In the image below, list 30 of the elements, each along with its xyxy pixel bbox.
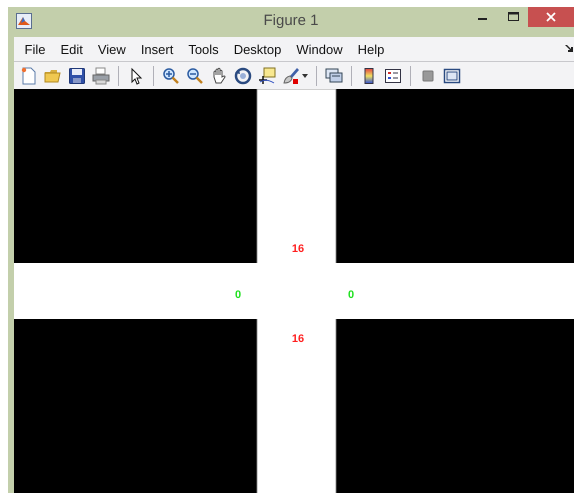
menu-item[interactable]: Window xyxy=(288,38,350,60)
brush-icon[interactable] xyxy=(282,66,300,84)
print-icon[interactable] xyxy=(92,66,110,84)
maximize-icon xyxy=(508,12,518,22)
dock-arrow-icon[interactable] xyxy=(565,45,574,53)
menu-item[interactable]: Desktop xyxy=(226,38,289,60)
linked-windows-icon[interactable] xyxy=(325,66,343,84)
menu-item[interactable]: View xyxy=(90,38,134,60)
dropdown-caret-icon[interactable] xyxy=(302,74,308,78)
legend-icon[interactable] xyxy=(384,66,402,84)
new-file-icon[interactable] xyxy=(20,66,38,84)
zoom-in-icon[interactable] xyxy=(162,66,180,84)
menu-item[interactable]: File xyxy=(17,38,53,60)
save-icon[interactable] xyxy=(68,66,86,84)
menu-item[interactable]: Help xyxy=(350,38,392,60)
rotate-icon[interactable] xyxy=(234,66,252,84)
menu-item[interactable]: Tools xyxy=(180,38,226,60)
data-cursor-icon[interactable] xyxy=(258,66,276,84)
value-label: 0 xyxy=(348,289,354,301)
close-button[interactable] xyxy=(528,7,574,27)
close-icon xyxy=(546,12,556,22)
menu-item[interactable]: Insert xyxy=(133,38,181,60)
menu-item[interactable]: Edit xyxy=(52,38,90,60)
show-panel-icon[interactable] xyxy=(443,66,461,84)
value-label: 0 xyxy=(234,289,242,301)
app-icon[interactable] xyxy=(16,13,32,29)
value-label: 16 xyxy=(292,333,304,345)
value-label: 16 xyxy=(292,243,304,255)
window-title: Figure 1 xyxy=(263,12,319,29)
zoom-out-icon[interactable] xyxy=(186,66,204,84)
